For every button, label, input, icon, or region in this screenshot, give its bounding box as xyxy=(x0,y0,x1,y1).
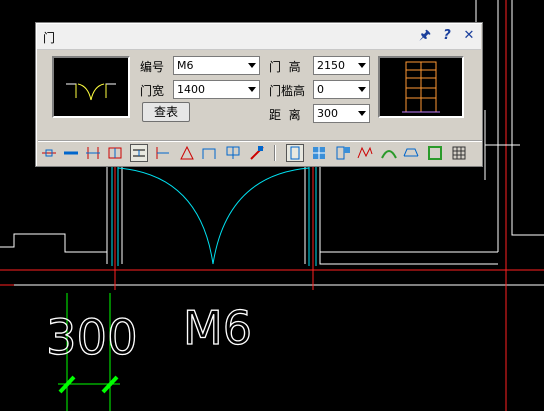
insert-along-wall-icon[interactable] xyxy=(62,144,80,162)
pin-icon[interactable]: 🖈 xyxy=(417,28,433,44)
height-value: 2150 xyxy=(317,59,345,72)
height-combo[interactable]: 2150 xyxy=(313,56,370,75)
door-window-icon[interactable] xyxy=(334,144,352,162)
dimension-text: 300 xyxy=(46,310,138,366)
replace-icon[interactable] xyxy=(248,144,266,162)
door-plan-preview-icon xyxy=(66,83,116,101)
dialog-titlebar[interactable]: 门 🖈 ? ✕ xyxy=(37,24,481,50)
insert-axis-icon[interactable] xyxy=(106,144,124,162)
chevron-down-icon[interactable] xyxy=(358,111,366,116)
door-elevation-preview[interactable] xyxy=(378,56,464,118)
width-combo[interactable]: 1400 xyxy=(173,80,260,99)
arc-window-icon[interactable] xyxy=(380,144,398,162)
lookup-table-button[interactable]: 查表 xyxy=(142,102,190,122)
window-type-icon[interactable] xyxy=(310,144,328,162)
door-symbol xyxy=(111,166,317,266)
chevron-down-icon[interactable] xyxy=(248,87,256,92)
sill-height-combo[interactable]: 0 xyxy=(313,80,370,99)
chevron-down-icon[interactable] xyxy=(358,63,366,68)
insert-arc-icon[interactable] xyxy=(200,144,218,162)
number-value: M6 xyxy=(177,59,194,72)
chevron-down-icon[interactable] xyxy=(248,63,256,68)
insert-free-icon[interactable] xyxy=(40,144,58,162)
hole-icon[interactable] xyxy=(426,144,444,162)
distance-combo[interactable]: 300 xyxy=(313,104,370,123)
door-elevation-preview-icon xyxy=(402,61,440,113)
door-tag-text: M6 xyxy=(183,301,252,355)
close-icon[interactable]: ✕ xyxy=(461,28,477,44)
grid-window-icon[interactable] xyxy=(450,144,468,162)
insert-wall-segment-icon[interactable] xyxy=(154,144,172,162)
distance-value: 300 xyxy=(317,107,338,120)
door-dialog: 门 🖈 ? ✕ 编号 M6 门宽 1400 查表 门 高 2150 门槛高 0 xyxy=(35,22,483,167)
sub-door-icon[interactable] xyxy=(356,144,374,162)
distance-label: 距 离 xyxy=(269,108,301,122)
insert-angle-icon[interactable] xyxy=(178,144,196,162)
height-label: 门 高 xyxy=(269,60,301,74)
door-plan-preview[interactable] xyxy=(52,56,130,118)
chevron-down-icon[interactable] xyxy=(358,87,366,92)
width-value: 1400 xyxy=(177,83,205,96)
number-label: 编号 xyxy=(140,60,165,74)
sill-height-value: 0 xyxy=(317,83,324,96)
help-icon[interactable]: ? xyxy=(439,28,455,44)
insert-grid-icon[interactable] xyxy=(224,144,242,162)
insert-mode-toolbar xyxy=(38,140,482,164)
toolbar-separator xyxy=(274,145,276,161)
dialog-title: 门 xyxy=(43,31,56,45)
door-type-icon[interactable] xyxy=(286,144,304,162)
width-label: 门宽 xyxy=(140,84,165,98)
number-combo[interactable]: M6 xyxy=(173,56,260,75)
insert-center-icon[interactable] xyxy=(84,144,102,162)
sill-height-label: 门槛高 xyxy=(269,84,306,98)
insert-offset-icon[interactable] xyxy=(130,144,148,162)
bay-window-icon[interactable] xyxy=(402,144,420,162)
